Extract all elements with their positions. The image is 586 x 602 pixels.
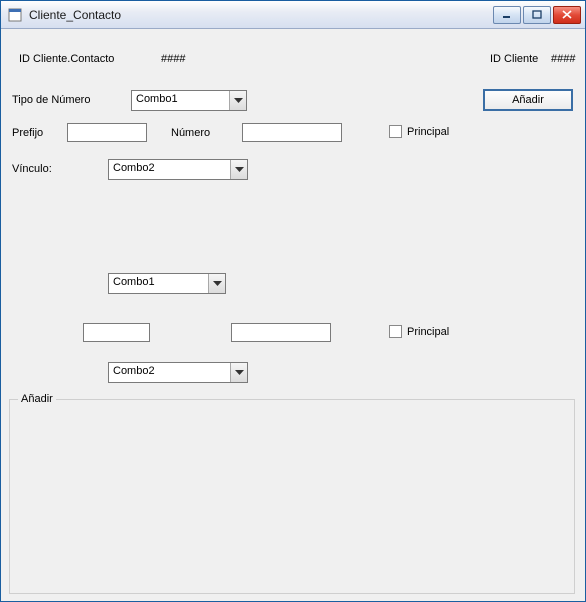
- numero-input-2[interactable]: [231, 323, 331, 342]
- tipo-numero-combo-2-text: Combo1: [109, 274, 208, 293]
- id-cliente-value: ####: [551, 53, 575, 65]
- principal-label: Principal: [407, 126, 449, 138]
- close-button[interactable]: [553, 6, 581, 24]
- add-button[interactable]: Añadir: [483, 89, 573, 111]
- tipo-numero-label: Tipo de Número: [12, 94, 90, 106]
- window-title: Cliente_Contacto: [29, 8, 493, 22]
- numero-label: Número: [171, 127, 210, 139]
- id-contacto-label: ID Cliente.Contacto: [19, 53, 114, 65]
- add-groupbox: Añadir: [9, 399, 575, 594]
- vinculo-combo-text: Combo2: [109, 160, 230, 179]
- maximize-button[interactable]: [523, 6, 551, 24]
- checkbox-box-icon: [389, 325, 402, 338]
- vinculo-label: Vínculo:: [12, 163, 52, 175]
- vinculo-combo[interactable]: Combo2: [108, 159, 248, 180]
- id-contacto-value: ####: [161, 53, 185, 65]
- window: Cliente_Contacto ID Cliente.Contacto ###…: [0, 0, 586, 602]
- principal-checkbox[interactable]: Principal: [389, 125, 449, 138]
- prefijo-input[interactable]: [67, 123, 147, 142]
- tipo-numero-combo[interactable]: Combo1: [131, 90, 247, 111]
- chevron-down-icon: [208, 274, 225, 293]
- numero-input[interactable]: [242, 123, 342, 142]
- tipo-numero-combo-2[interactable]: Combo1: [108, 273, 226, 294]
- vinculo-combo-2[interactable]: Combo2: [108, 362, 248, 383]
- principal-label-2: Principal: [407, 326, 449, 338]
- checkbox-box-icon: [389, 125, 402, 138]
- prefijo-input-2[interactable]: [83, 323, 150, 342]
- client-area: ID Cliente.Contacto #### ID Cliente ####…: [1, 29, 585, 601]
- vinculo-combo-2-text: Combo2: [109, 363, 230, 382]
- minimize-button[interactable]: [493, 6, 521, 24]
- prefijo-label: Prefijo: [12, 127, 43, 139]
- groupbox-title: Añadir: [18, 393, 56, 405]
- id-cliente-label: ID Cliente: [490, 53, 538, 65]
- chevron-down-icon: [230, 363, 247, 382]
- chevron-down-icon: [230, 160, 247, 179]
- window-buttons: [493, 6, 581, 24]
- tipo-numero-combo-text: Combo1: [132, 91, 229, 110]
- chevron-down-icon: [229, 91, 246, 110]
- titlebar: Cliente_Contacto: [1, 1, 585, 29]
- principal-checkbox-2[interactable]: Principal: [389, 325, 449, 338]
- form-icon: [7, 7, 23, 23]
